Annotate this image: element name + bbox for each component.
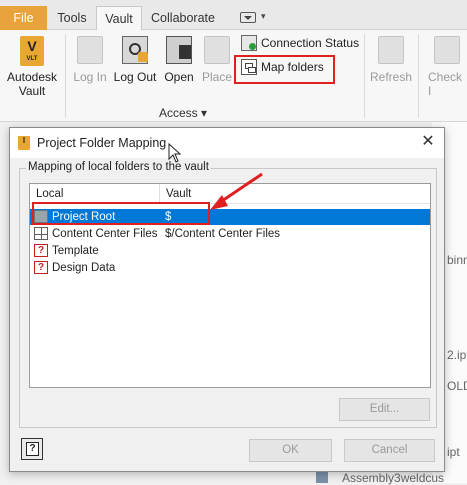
quick-access-dropdown[interactable]: ▾ bbox=[240, 11, 270, 25]
check-in-label: Check I bbox=[428, 70, 463, 98]
background-text: binn bbox=[447, 253, 467, 267]
connection-status-button[interactable]: Connection Status bbox=[239, 33, 359, 53]
help-button[interactable]: ? bbox=[21, 438, 43, 460]
background-text: OLD bbox=[447, 379, 467, 393]
refresh-label: Refresh bbox=[369, 70, 413, 84]
tab-file[interactable]: File bbox=[0, 6, 47, 30]
map-folders-highlight bbox=[234, 55, 335, 84]
row-vault: $/Content Center Files bbox=[165, 228, 281, 240]
tab-collaborate[interactable]: Collaborate bbox=[146, 6, 220, 30]
row-local: Template bbox=[52, 245, 99, 257]
ribbon-panel: V VLT Autodesk Vault Log In Log Out Open P… bbox=[0, 30, 467, 122]
grid-icon bbox=[34, 227, 48, 240]
check-in-button[interactable]: Check I bbox=[424, 34, 467, 98]
assembly-icon bbox=[316, 472, 328, 483]
ok-button[interactable]: OK bbox=[249, 439, 332, 462]
column-header-local[interactable]: Local bbox=[30, 184, 160, 204]
refresh-button[interactable]: Refresh bbox=[368, 34, 414, 92]
autodesk-vault-label-2: Vault bbox=[18, 84, 46, 98]
mapping-row-design-data[interactable]: ? Design Data bbox=[30, 260, 430, 276]
ribbon-tabbar: File Tools Vault Collaborate ▾ bbox=[0, 0, 467, 30]
cancel-button[interactable]: Cancel bbox=[344, 439, 435, 462]
inventor-pro-icon: I bbox=[18, 136, 30, 150]
place-button[interactable]: Place bbox=[199, 34, 235, 92]
project-folder-mapping-dialog: I Project Folder Mapping ✕ Mapping of lo… bbox=[9, 127, 445, 472]
access-group-label[interactable]: Access ▾ bbox=[159, 106, 207, 120]
background-text: ipt bbox=[447, 445, 460, 459]
row-local: Design Data bbox=[52, 262, 116, 274]
log-in-label: Log In bbox=[73, 70, 107, 84]
column-header-vault[interactable]: Vault bbox=[160, 184, 430, 204]
row-local: Content Center Files bbox=[52, 228, 158, 240]
dialog-titlebar[interactable]: I Project Folder Mapping ✕ bbox=[10, 128, 444, 158]
mapping-row-template[interactable]: ? Template bbox=[30, 243, 430, 259]
project-root-highlight bbox=[32, 202, 210, 225]
edit-button[interactable]: Edit... bbox=[339, 398, 430, 421]
ribbon-separator bbox=[65, 34, 66, 118]
chevron-down-icon: ▾ bbox=[261, 11, 266, 21]
question-icon: ? bbox=[34, 261, 48, 274]
place-icon bbox=[204, 36, 230, 64]
check-in-icon bbox=[434, 36, 460, 64]
autodesk-vault-button[interactable]: V VLT Autodesk Vault bbox=[2, 34, 62, 98]
vault-logo-icon: V VLT bbox=[20, 36, 44, 66]
autodesk-vault-label-1: Autodesk bbox=[6, 70, 58, 84]
connection-status-label: Connection Status bbox=[261, 36, 360, 50]
background-text: 2.ipt bbox=[447, 348, 467, 362]
log-out-icon bbox=[122, 36, 148, 64]
dialog-title: Project Folder Mapping bbox=[37, 136, 167, 150]
open-button[interactable]: Open bbox=[160, 34, 198, 92]
log-in-icon bbox=[77, 36, 103, 64]
ribbon-separator bbox=[418, 34, 419, 118]
ribbon-separator bbox=[364, 34, 365, 118]
question-icon: ? bbox=[26, 442, 39, 456]
connection-status-icon bbox=[241, 35, 257, 51]
group-title: Mapping of local folders to the vault bbox=[26, 161, 211, 173]
window-icon bbox=[240, 12, 256, 23]
tab-tools[interactable]: Tools bbox=[52, 6, 92, 30]
refresh-icon bbox=[378, 36, 404, 64]
log-out-button[interactable]: Log Out bbox=[111, 34, 159, 92]
chevron-down-icon: ▾ bbox=[201, 106, 208, 120]
question-icon: ? bbox=[34, 244, 48, 257]
open-label: Open bbox=[164, 70, 194, 84]
close-icon[interactable]: ✕ bbox=[420, 134, 436, 150]
mapping-row-content-center[interactable]: Content Center Files $/Content Center Fi… bbox=[30, 226, 430, 242]
log-out-label: Log Out bbox=[113, 70, 157, 84]
place-label: Place bbox=[201, 70, 233, 84]
tab-vault[interactable]: Vault bbox=[96, 6, 142, 30]
open-icon bbox=[166, 36, 192, 64]
log-in-button[interactable]: Log In bbox=[70, 34, 110, 92]
